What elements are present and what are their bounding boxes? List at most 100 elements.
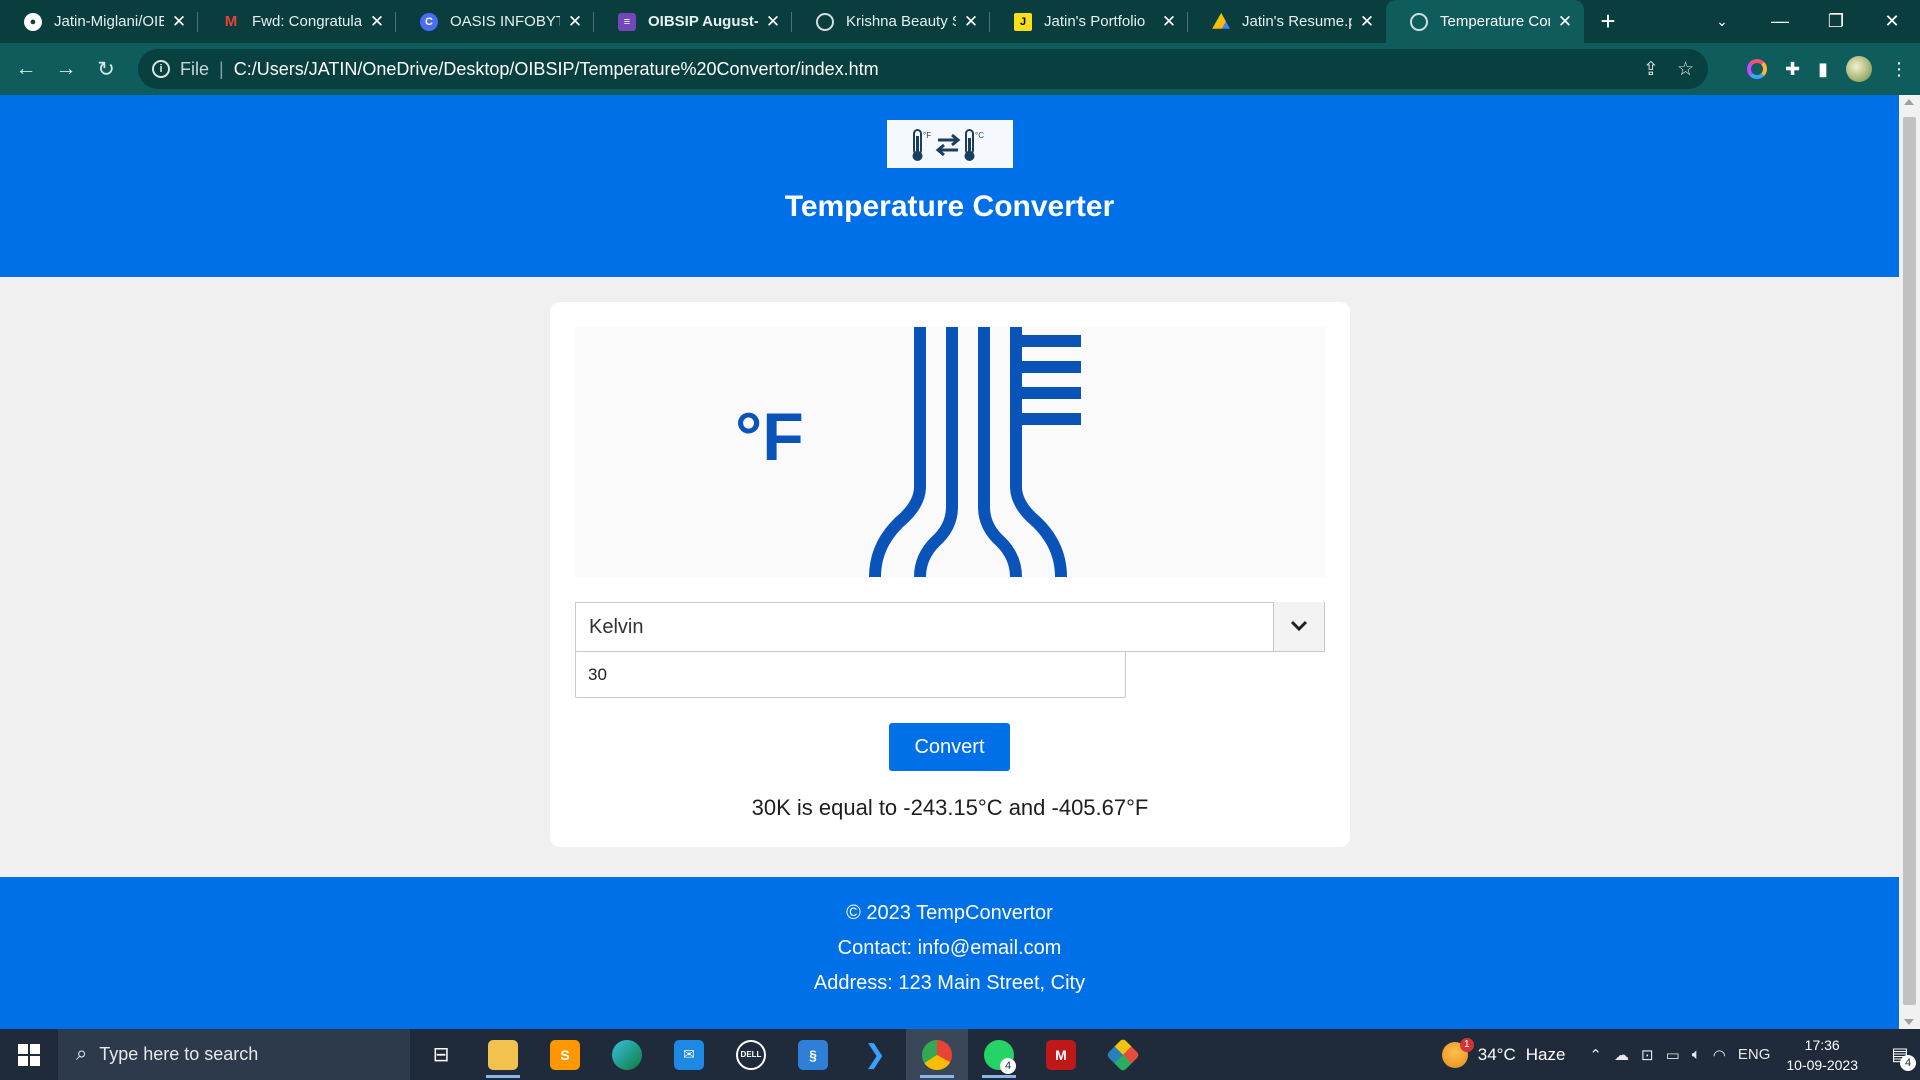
tab-title: OIBSIP August- P (648, 13, 758, 30)
restore-button[interactable]: ❐ (1808, 11, 1864, 32)
close-tab-icon[interactable]: ✕ (1556, 12, 1574, 32)
taskbar-snipping[interactable] (1092, 1029, 1154, 1080)
vscode-icon: ❯ (864, 1039, 886, 1069)
svg-text:°C: °C (975, 131, 984, 140)
tab-title: Jatin-Miglani/OIB (54, 13, 164, 30)
task-view-icon: ⊟ (432, 1044, 450, 1066)
search-icon: ⌕ (76, 1043, 88, 1065)
taskbar-search-box[interactable]: ⌕ Type here to search (58, 1029, 410, 1080)
show-hidden-icons-icon[interactable]: ⌃ (1589, 1046, 1602, 1064)
page-scrollbar[interactable] (1899, 95, 1920, 1029)
tab-search-icon[interactable]: ⌄ (1692, 13, 1752, 30)
tab-gmail[interactable]: M Fwd: Congratulati ✕ (198, 0, 396, 43)
taskbar-dell[interactable]: DELL (720, 1029, 782, 1080)
bookmark-star-icon[interactable]: ☆ (1677, 58, 1694, 81)
forward-button[interactable]: → (46, 49, 86, 89)
browser-tab-strip: ● Jatin-Miglani/OIB ✕ M Fwd: Congratulat… (0, 0, 1920, 43)
address-url[interactable]: C:/Users/JATIN/OneDrive/Desktop/OIBSIP/T… (234, 59, 879, 80)
close-tab-icon[interactable]: ✕ (170, 12, 188, 32)
site-footer: © 2023 TempConvertor Contact: info@email… (0, 877, 1899, 1029)
language-indicator[interactable]: ENG (1738, 1046, 1771, 1064)
back-button[interactable]: ← (6, 49, 46, 89)
chevron-down-icon[interactable] (1273, 601, 1324, 652)
sublime-text-icon: S (550, 1039, 580, 1070)
tab-krishna[interactable]: Krishna Beauty Sa ✕ (792, 0, 990, 43)
site-info-icon[interactable]: i (152, 60, 170, 78)
scroll-up-icon[interactable] (1904, 99, 1914, 105)
tab-canva[interactable]: C OASIS INFOBYTE ✕ (396, 0, 594, 43)
clock-time: 17:36 (1804, 1036, 1840, 1053)
extension-icon[interactable] (1747, 59, 1767, 79)
svg-text:°F: °F (923, 131, 931, 140)
address-scheme: File (180, 58, 210, 79)
wifi-icon[interactable]: ◠ (1713, 1046, 1726, 1064)
close-tab-icon[interactable]: ✕ (1358, 12, 1376, 32)
taskbar-edge[interactable] (596, 1029, 658, 1080)
tab-title: Fwd: Congratulati (252, 13, 362, 30)
document-app-icon: § (798, 1039, 828, 1070)
window-controls: ⌄ — ❐ ✕ (1692, 0, 1920, 43)
tab-title: Jatin's Resume.pd (1242, 13, 1352, 30)
taskbar-chrome[interactable] (906, 1029, 968, 1080)
site-header: °F °C Temperature Converter (0, 95, 1899, 277)
tab-title: Temperature Con (1440, 13, 1550, 30)
taskbar-file-explorer[interactable] (472, 1029, 534, 1080)
footer-address: Address: 123 Main Street, City (813, 972, 1086, 994)
close-tab-icon[interactable]: ✕ (566, 12, 584, 32)
extensions-puzzle-icon[interactable]: ✚ (1785, 59, 1800, 80)
side-panel-icon[interactable]: ▮ (1818, 59, 1828, 80)
taskbar-whatsapp[interactable]: 4 (968, 1029, 1030, 1080)
minimize-button[interactable]: — (1752, 11, 1808, 32)
close-window-button[interactable]: ✕ (1864, 11, 1920, 32)
profile-avatar[interactable] (1846, 56, 1872, 82)
taskbar-app[interactable]: § (782, 1029, 844, 1080)
clock[interactable]: 17:36 10-09-2023 (1786, 1035, 1858, 1075)
snipping-tool-icon (1106, 1037, 1140, 1072)
close-tab-icon[interactable]: ✕ (962, 12, 980, 32)
gmail-icon: M (224, 13, 238, 30)
js-icon: J (1014, 12, 1032, 31)
scrollbar-thumb[interactable] (1903, 117, 1916, 1005)
page-viewport: °F °C Temperature Converter °F Kelvin 30… (0, 95, 1899, 1029)
drive-icon (1212, 12, 1230, 29)
volume-icon[interactable]: 🔈︎ (1692, 1046, 1701, 1064)
close-tab-icon[interactable]: ✕ (368, 12, 386, 32)
windows-logo-icon (18, 1043, 40, 1066)
weather-temp: 34°C (1477, 1044, 1516, 1064)
tab-temperature-converter[interactable]: Temperature Con ✕ (1386, 0, 1584, 43)
share-icon[interactable]: ⇪ (1643, 58, 1659, 81)
browser-menu-icon[interactable]: ⋮ (1890, 59, 1908, 80)
weather-widget[interactable]: 1 34°C Haze (1441, 1037, 1565, 1068)
close-tab-icon[interactable]: ✕ (764, 12, 782, 32)
chrome-icon (922, 1039, 952, 1070)
globe-icon (816, 12, 834, 31)
taskbar-vscode[interactable]: ❯ (844, 1029, 906, 1080)
footer-copyright: © 2023 TempConvertor (846, 902, 1053, 924)
page-title: Temperature Converter (784, 190, 1115, 223)
mail-icon: ✉ (674, 1039, 704, 1070)
taskbar-sublime-text[interactable]: S (534, 1029, 596, 1080)
task-view-button[interactable]: ⊟ (410, 1029, 472, 1080)
scroll-down-icon[interactable] (1904, 1019, 1914, 1025)
new-tab-button[interactable]: + (1584, 0, 1632, 43)
temperature-input[interactable] (575, 651, 1126, 698)
close-tab-icon[interactable]: ✕ (1160, 12, 1178, 32)
tab-forms[interactable]: ≡ OIBSIP August- P ✕ (594, 0, 792, 43)
onedrive-icon[interactable]: ☁ (1614, 1046, 1629, 1064)
folder-icon (488, 1039, 518, 1070)
start-button[interactable] (0, 1029, 58, 1080)
taskbar-mail[interactable]: ✉ (658, 1029, 720, 1080)
taskbar-mcafee[interactable]: M (1030, 1029, 1092, 1080)
device-icon[interactable]: ⊡ (1641, 1046, 1654, 1064)
tab-resume[interactable]: Jatin's Resume.pd ✕ (1188, 0, 1386, 43)
unit-select[interactable]: Kelvin (575, 601, 1325, 652)
battery-icon[interactable]: ▭ (1666, 1046, 1680, 1064)
tab-github[interactable]: ● Jatin-Miglani/OIB ✕ (0, 0, 198, 43)
unit-select-value: Kelvin (589, 615, 644, 638)
tab-title: Krishna Beauty Sa (846, 13, 956, 30)
notification-center-button[interactable]: ▤ 4 (1880, 1044, 1920, 1071)
tab-portfolio[interactable]: J Jatin's Portfolio ✕ (990, 0, 1188, 43)
address-bar[interactable]: i File | C:/Users/JATIN/OneDrive/Desktop… (138, 49, 1708, 89)
reload-button[interactable]: ↻ (86, 49, 126, 89)
convert-button[interactable]: Convert (889, 723, 1010, 771)
